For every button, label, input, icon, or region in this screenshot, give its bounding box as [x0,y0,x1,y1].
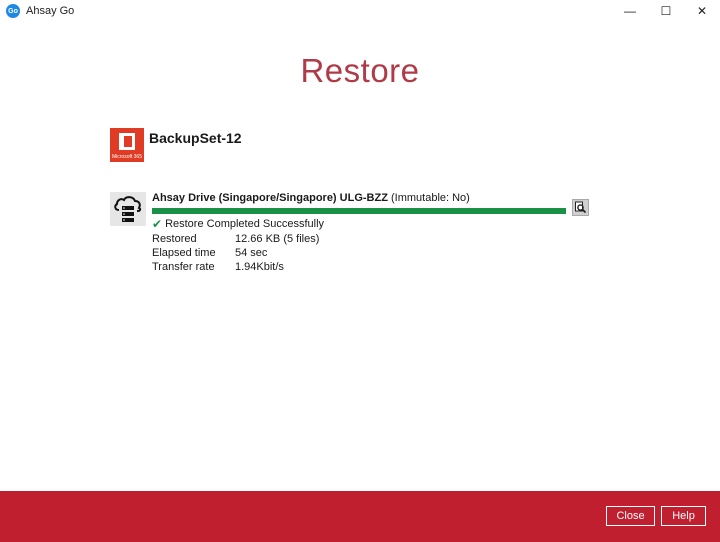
detail-value: 1.94Kbit/s [235,261,284,273]
detail-label: Restored [152,233,197,245]
view-log-search-icon[interactable] [572,199,589,216]
restore-progress-fill [152,208,566,214]
detail-row-restored: Restored 12.66 KB (5 files) [152,233,572,245]
detail-row-elapsed: Elapsed time 54 sec [152,247,572,259]
close-window-button[interactable]: ✕ [684,0,720,22]
detail-row-transfer-rate: Transfer rate 1.94Kbit/s [152,261,572,273]
detail-label: Transfer rate [152,261,215,273]
cloud-storage-icon [110,192,146,226]
minimize-button[interactable]: — [612,0,648,22]
page-title: Restore [300,52,420,89]
detail-value: 54 sec [235,247,268,259]
checkmark-icon: ✔ [152,217,163,231]
status-line: ✔ Restore Completed Successfully [152,217,572,231]
title-bar: Go Ahsay Go — ☐ ✕ [0,0,720,22]
microsoft-365-logo-text: Microsoft 365 [111,154,142,160]
destination-title: Ahsay Drive (Singapore/Singapore) ULG-BZ… [152,192,572,204]
detail-value: 12.66 KB (5 files) [235,233,320,245]
close-button[interactable]: Close [606,506,655,526]
backupset-name: BackupSet-12 [149,130,242,146]
help-button[interactable]: Help [661,506,706,526]
window-controls: — ☐ ✕ [612,0,720,22]
microsoft-365-icon: Microsoft 365 [110,128,144,162]
maximize-button[interactable]: ☐ [648,0,684,22]
destination-info: Ahsay Drive (Singapore/Singapore) ULG-BZ… [152,192,572,273]
destination-name: Ahsay Drive (Singapore/Singapore) ULG-BZ… [152,192,388,204]
restore-window: Go Ahsay Go — ☐ ✕ Restore Microsoft 365 … [0,0,720,542]
footer-bar: Close Help [0,491,720,542]
restore-progress-bar [152,208,566,214]
backupset-row: Microsoft 365 BackupSet-12 [110,128,242,162]
window-title: Ahsay Go [26,5,75,17]
restore-status-text: Restore Completed Successfully [165,218,325,230]
immutable-note: (Immutable: No) [390,192,470,204]
office-logo-shape [119,133,135,150]
app-icon: Go [6,4,20,18]
detail-label: Elapsed time [152,247,216,259]
